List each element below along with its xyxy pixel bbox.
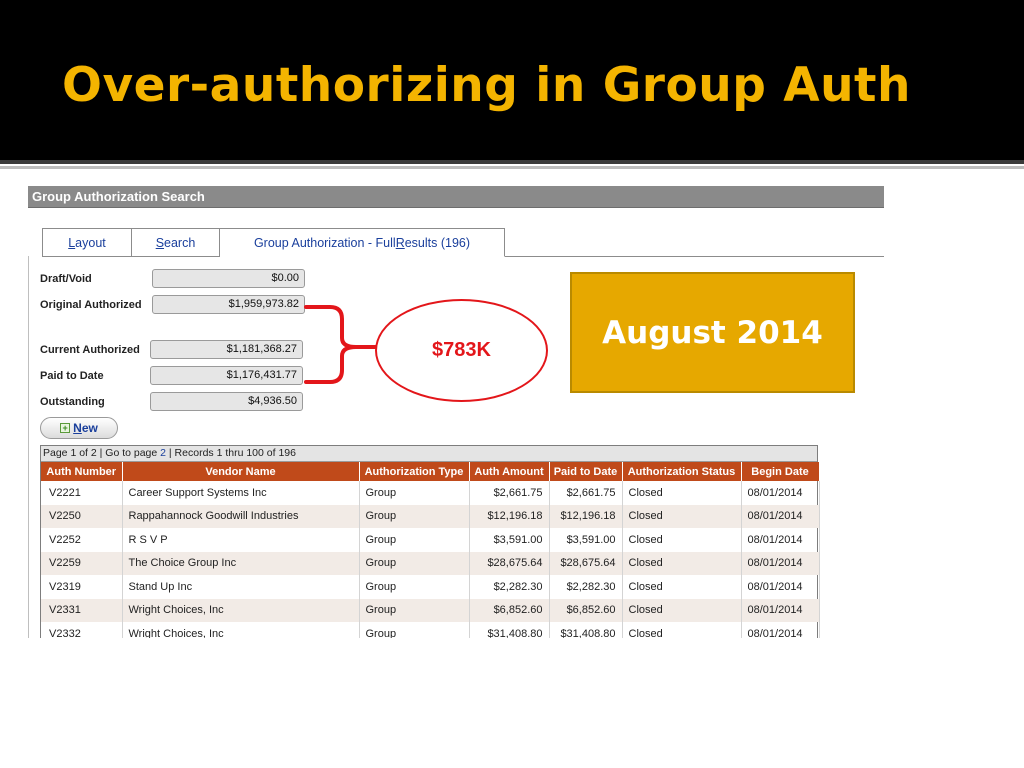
period-callout-text: August 2014 xyxy=(602,314,823,351)
difference-callout: $783K xyxy=(375,299,548,402)
period-callout: August 2014 xyxy=(570,272,855,393)
difference-callout-text: $783K xyxy=(432,339,491,361)
